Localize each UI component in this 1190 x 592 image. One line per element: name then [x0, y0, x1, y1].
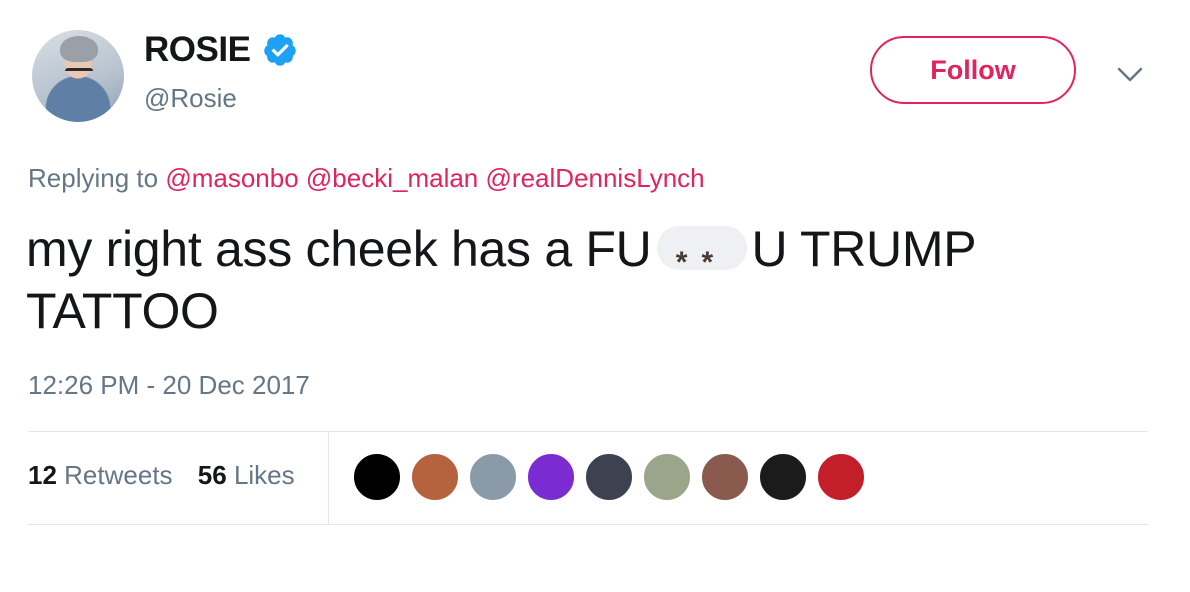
liker-avatar-5[interactable]	[584, 452, 634, 502]
follow-button[interactable]: Follow	[870, 36, 1076, 104]
likes-label: Likes	[233, 460, 295, 490]
liker-avatar-2[interactable]	[410, 452, 460, 502]
profile-avatar[interactable]	[32, 30, 124, 122]
replying-to-line: Replying to @masonbo @becki_malan @realD…	[28, 163, 705, 194]
retweets-stat[interactable]: 12 Retweets	[28, 460, 173, 490]
stats-separator	[328, 432, 329, 525]
verified-badge-icon	[264, 34, 296, 66]
liker-avatar-6[interactable]	[642, 452, 692, 502]
censor-stars: **	[675, 246, 728, 279]
avatar-hair	[60, 36, 98, 62]
chevron-down-icon[interactable]	[1116, 62, 1144, 86]
liker-avatars	[352, 452, 874, 502]
retweets-count: 12	[28, 460, 57, 490]
engagement-stats: 12 Retweets 56 Likes	[28, 460, 313, 491]
user-handle[interactable]: @Rosie	[144, 83, 237, 114]
mention-link[interactable]: @becki_malan	[306, 163, 478, 193]
censor-emoji: **	[653, 222, 749, 279]
tweet-text-before: my right ass cheek has a FU	[26, 221, 652, 277]
display-name[interactable]: ROSIE	[144, 30, 251, 70]
tweet-timestamp[interactable]: 12:26 PM - 20 Dec 2017	[28, 370, 310, 401]
liker-avatar-1[interactable]	[352, 452, 402, 502]
avatar-glasses	[65, 68, 93, 77]
likes-count: 56	[197, 460, 227, 490]
liker-avatar-7[interactable]	[700, 452, 750, 502]
divider-top	[28, 431, 1148, 432]
replying-to-label: Replying to	[28, 163, 159, 193]
liker-avatar-3[interactable]	[468, 452, 518, 502]
mention-link[interactable]: @masonbo	[165, 163, 298, 193]
tweet-text: my right ass cheek has a FU ** U TRUMP TAT…	[26, 218, 1136, 342]
retweets-label: Retweets	[64, 460, 173, 490]
liker-avatar-4[interactable]	[526, 452, 576, 502]
likes-stat[interactable]: 56 Likes	[198, 460, 295, 490]
mention-link[interactable]: @realDennisLynch	[486, 163, 705, 193]
liker-avatar-9[interactable]	[816, 452, 866, 502]
divider-bottom	[28, 524, 1148, 525]
liker-avatar-8[interactable]	[758, 452, 808, 502]
